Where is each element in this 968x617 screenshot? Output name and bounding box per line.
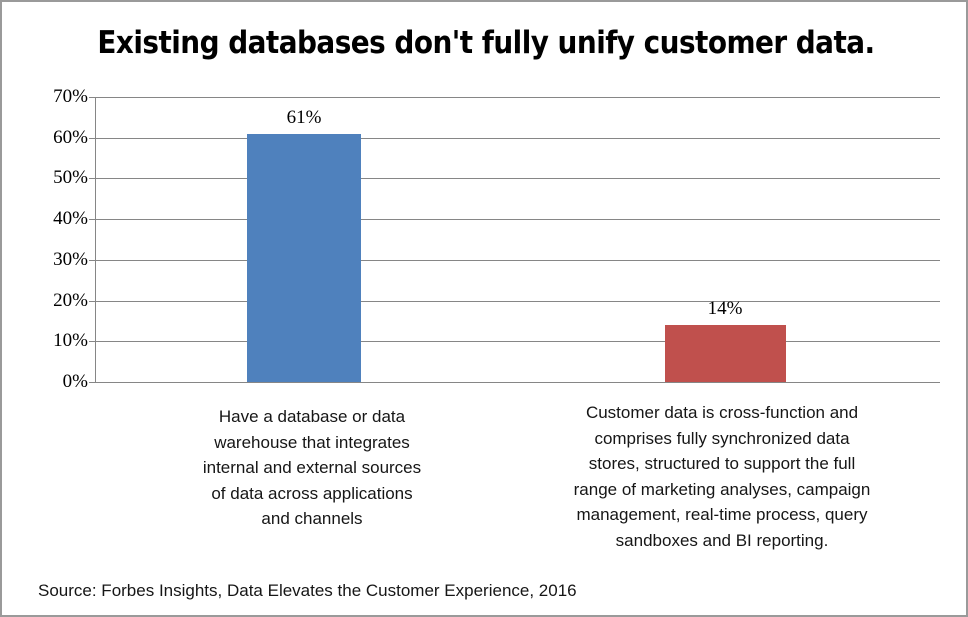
x-axis-category-label: Customer data is cross-function and compr… [522,400,922,553]
gridline [95,259,940,261]
y-axis-tick [89,219,95,221]
y-axis-tick [89,178,95,180]
y-axis-tick [89,137,95,139]
plot-area [95,97,940,383]
y-axis-tick [89,259,95,261]
y-axis-tick-label: 20% [53,289,88,311]
chart-title: Existing databases don't fully unify cus… [97,25,875,61]
source-note: Source: Forbes Insights, Data Elevates t… [38,581,577,600]
y-axis-tick-label: 10% [53,330,88,352]
gridline [95,97,940,98]
category-label-line: sandboxes and BI reporting. [615,530,829,550]
category-label-line: warehouse that integrates [214,432,410,452]
bar[interactable] [664,325,786,382]
x-axis-category-label: Have a database or data warehouse that in… [162,404,462,532]
chart-figure: Existing databases don't fully unify cus… [0,0,968,617]
category-label-line: Customer data is cross-function and [585,403,859,422]
y-axis-tick-label: 30% [53,248,88,270]
category-label-line: and channels [261,509,363,528]
y-axis-tick-label: 60% [53,126,88,148]
y-axis-tick [89,97,95,98]
y-axis-tick-label: 70% [53,86,88,107]
category-label-line: comprises fully synchronized data [594,428,850,448]
category-label-line: Have a database or data [218,407,406,426]
gridline [95,219,940,221]
y-axis-tick [89,341,95,343]
bar-value-label: 14% [707,298,743,319]
y-axis-tick [89,382,95,383]
gridline [95,178,940,180]
bar-value-label: 61% [286,106,322,128]
category-label-line: of data across applications [211,483,413,503]
gridline [95,137,940,139]
category-label-line: management, real-time process, query [576,505,868,524]
category-label-line: internal and external sources [202,458,422,477]
category-label-line: stores, structured to support the full [588,454,856,473]
y-axis-tick [89,300,95,302]
gridline [95,341,940,343]
bar[interactable] [247,133,361,382]
y-axis-tick-label: 40% [53,208,88,230]
y-axis-tick-labels: 0% 10% 20% 30% 40% 50% 60% 70% [8,2,88,615]
gridline [95,382,940,383]
y-axis-tick-label: 0% [62,371,88,392]
y-axis-tick-label: 50% [53,167,88,189]
gridline [95,300,940,302]
category-label-line: range of marketing analyses, campaign [573,479,871,499]
